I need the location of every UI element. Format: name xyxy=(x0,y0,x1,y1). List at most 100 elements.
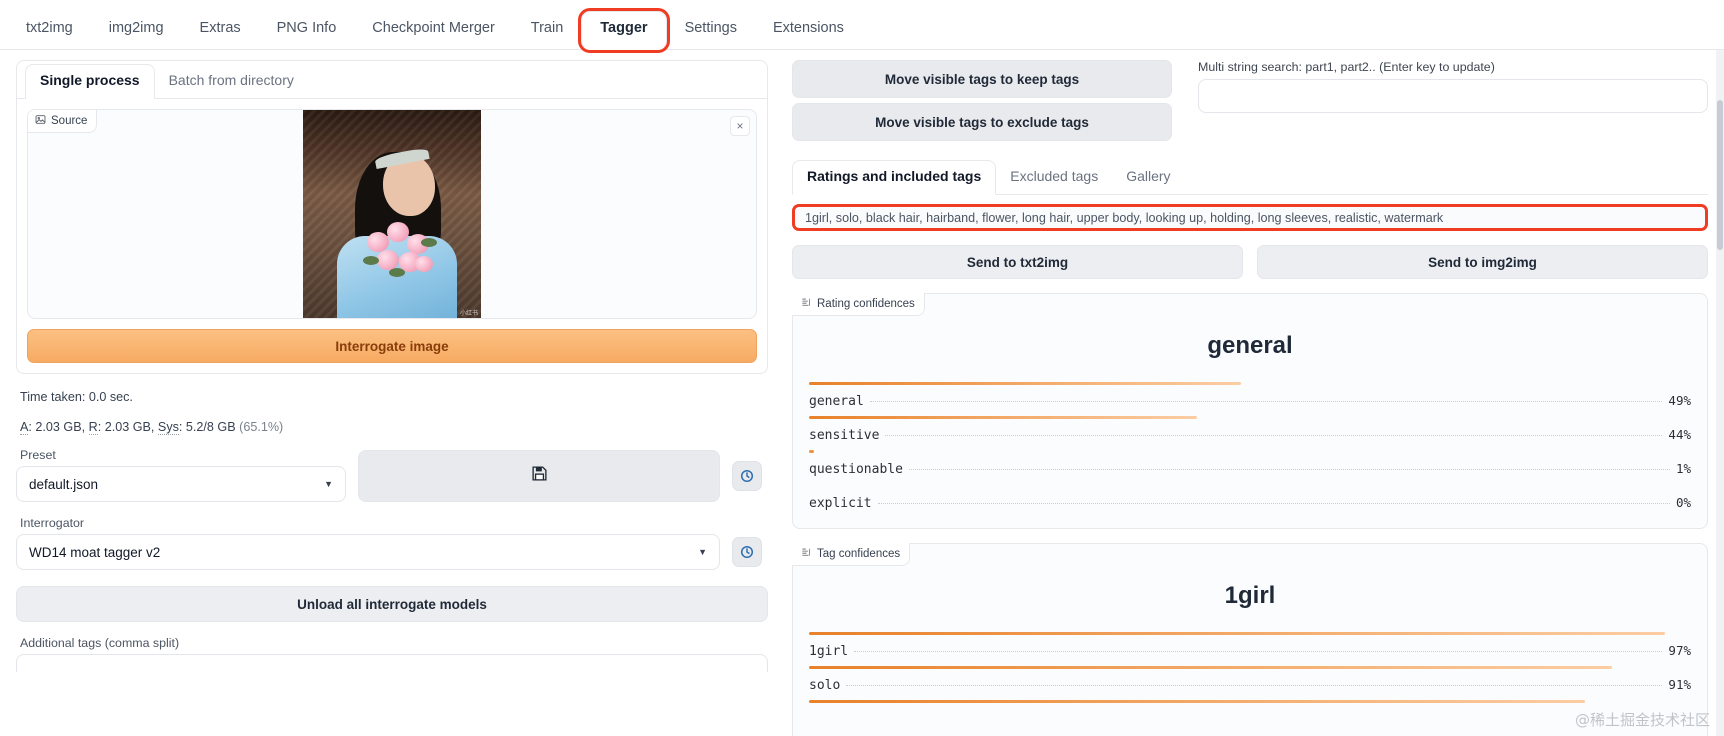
refresh-interrogator-button[interactable] xyxy=(732,537,762,567)
rating-row-line: explicit 0% xyxy=(809,495,1691,511)
move-buttons-column: Move visible tags to keep tags Move visi… xyxy=(792,60,1172,146)
app-root: txt2img img2img Extras PNG Info Checkpoi… xyxy=(0,0,1724,736)
tag-bar-row: 1girl 97% xyxy=(809,632,1691,666)
rating-row-line: sensitive 44% xyxy=(809,427,1691,443)
search-column: Multi string search: part1, part2.. (Ent… xyxy=(1186,60,1708,146)
photo-watermark: 小红书 xyxy=(459,310,478,317)
rating-row-line: questionable 1% xyxy=(809,461,1691,477)
save-preset-button[interactable] xyxy=(358,450,720,502)
close-icon[interactable]: × xyxy=(730,116,750,136)
tag-confidences-panel: Tag confidences 1girl 1girl 97% solo 91% xyxy=(792,543,1708,736)
chevron-down-icon: ▼ xyxy=(324,479,333,489)
tag-bar-fill xyxy=(809,666,1612,669)
list-icon xyxy=(801,547,812,561)
preset-label: Preset xyxy=(20,448,56,462)
rating-value-label: 49% xyxy=(1662,393,1691,408)
image-icon xyxy=(35,114,46,128)
tag-row-line: solo 91% xyxy=(809,677,1691,693)
tag-confidences-label: Tag confidences xyxy=(817,548,901,560)
send-buttons-row: Send to txt2img Send to img2img xyxy=(792,245,1708,279)
photo-flowers xyxy=(363,218,437,280)
interrogator-row: Interrogator WD14 moat tagger v2 ▼ xyxy=(16,502,768,570)
single-process-panel: Single process Batch from directory Sour… xyxy=(16,60,768,374)
rating-bar-fill xyxy=(809,416,1198,419)
tab-tagger[interactable]: Tagger xyxy=(578,8,670,53)
interrogator-select[interactable]: WD14 moat tagger v2 ▼ xyxy=(16,534,720,570)
tag-category-label: solo xyxy=(809,678,847,693)
memory-usage-text: A: 2.03 GB, R: 2.03 GB, Sys: 5.2/8 GB (6… xyxy=(20,420,768,435)
scrollbar-track[interactable] xyxy=(1716,50,1724,736)
unload-models-button[interactable]: Unload all interrogate models xyxy=(16,586,768,622)
tag-chart-title: 1girl xyxy=(1224,582,1276,609)
process-mode-tabs: Single process Batch from directory xyxy=(17,61,767,99)
additional-tags-input[interactable] xyxy=(16,654,768,672)
floppy-disk-icon xyxy=(531,465,548,487)
tab-png-info[interactable]: PNG Info xyxy=(259,12,355,49)
scrollbar-thumb[interactable] xyxy=(1717,100,1723,250)
rating-value-label: 1% xyxy=(1669,461,1691,476)
refresh-icon xyxy=(740,545,754,559)
dotted-leader xyxy=(854,651,1663,652)
rating-confidences-chip: Rating confidences xyxy=(792,293,925,316)
source-image-dropzone[interactable]: Source × 小红书 xyxy=(27,109,757,319)
rating-confidences-label: Rating confidences xyxy=(817,298,915,310)
right-column: Move visible tags to keep tags Move visi… xyxy=(784,50,1724,736)
source-image-preview: 小红书 xyxy=(303,110,481,318)
memory-r-value: : 2.03 GB, xyxy=(97,420,158,434)
dotted-leader xyxy=(877,503,1670,504)
content-area: Single process Batch from directory Sour… xyxy=(0,50,1724,736)
tab-gallery[interactable]: Gallery xyxy=(1112,161,1184,194)
rating-bar-fill xyxy=(809,382,1242,385)
source-chip: Source xyxy=(28,110,98,133)
tab-img2img[interactable]: img2img xyxy=(91,12,182,49)
tab-excluded-tags[interactable]: Excluded tags xyxy=(996,161,1112,194)
dotted-leader xyxy=(885,435,1663,436)
memory-sys-percent: (65.1%) xyxy=(239,420,284,434)
tab-txt2img[interactable]: txt2img xyxy=(8,12,91,49)
interrogate-image-button[interactable]: Interrogate image xyxy=(27,329,757,363)
memory-r-label: R xyxy=(88,420,98,435)
refresh-preset-button[interactable] xyxy=(732,461,762,491)
tag-bar-row: solo 91% xyxy=(809,666,1691,700)
rating-chart-title: general xyxy=(1207,332,1293,359)
tag-bar-fill xyxy=(809,700,1586,703)
preset-value: default.json xyxy=(29,476,99,492)
memory-sys-value: : 5.2/8 GB xyxy=(178,420,240,434)
tag-bar-row xyxy=(809,700,1691,734)
rating-category-label: general xyxy=(809,394,870,409)
tab-settings[interactable]: Settings xyxy=(667,12,755,49)
memory-a-value: : 2.03 GB, xyxy=(28,420,89,434)
send-to-txt2img-button[interactable]: Send to txt2img xyxy=(792,245,1243,279)
tag-string-output[interactable]: 1girl, solo, black hair, hairband, flowe… xyxy=(792,204,1708,231)
preset-row: Preset default.json ▼ xyxy=(16,434,768,502)
interrogator-label: Interrogator xyxy=(20,516,85,530)
subtab-batch-from-directory[interactable]: Batch from directory xyxy=(155,65,308,98)
tab-extras[interactable]: Extras xyxy=(182,12,259,49)
source-chip-label: Source xyxy=(51,115,88,127)
tab-ratings-and-included-tags[interactable]: Ratings and included tags xyxy=(792,160,997,195)
rating-category-label: questionable xyxy=(809,462,909,477)
rating-category-label: sensitive xyxy=(809,428,886,443)
move-to-keep-tags-button[interactable]: Move visible tags to keep tags xyxy=(792,60,1172,98)
tab-checkpoint-merger[interactable]: Checkpoint Merger xyxy=(354,12,513,49)
subtab-single-process[interactable]: Single process xyxy=(25,64,155,99)
tab-train[interactable]: Train xyxy=(513,12,582,49)
rating-bar-row: questionable 1% xyxy=(809,450,1691,484)
tag-value-label: 97% xyxy=(1662,643,1691,658)
move-to-exclude-tags-button[interactable]: Move visible tags to exclude tags xyxy=(792,103,1172,141)
additional-tags-label: Additional tags (comma split) xyxy=(20,636,180,650)
multi-string-search-input[interactable] xyxy=(1198,79,1708,113)
rating-value-label: 0% xyxy=(1669,495,1691,510)
tag-value-label: 91% xyxy=(1662,677,1691,692)
send-to-img2img-button[interactable]: Send to img2img xyxy=(1257,245,1708,279)
rating-bar-fill xyxy=(809,450,814,453)
time-taken-text: Time taken: 0.0 sec. xyxy=(20,390,133,404)
preset-select[interactable]: default.json ▼ xyxy=(16,466,346,502)
memory-sys-label: Sys xyxy=(157,420,179,435)
rating-confidences-panel: Rating confidences general general 49% s… xyxy=(792,293,1708,529)
interrogator-value: WD14 moat tagger v2 xyxy=(29,544,161,560)
tag-confidences-chip: Tag confidences xyxy=(792,543,911,566)
tag-row-line: 1girl 97% xyxy=(809,643,1691,659)
tab-extensions[interactable]: Extensions xyxy=(755,12,862,49)
rating-category-label: explicit xyxy=(809,496,878,511)
